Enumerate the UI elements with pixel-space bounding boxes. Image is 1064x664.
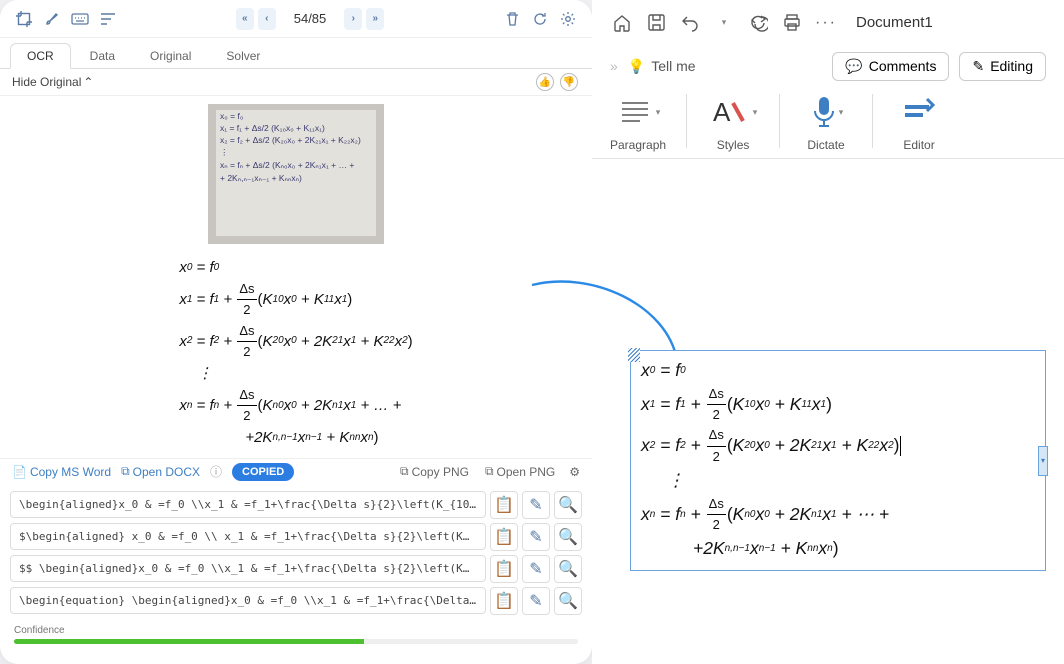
refresh-icon[interactable] — [528, 7, 552, 31]
hide-original-row: Hide Original⌃ 👍 👎 — [0, 69, 592, 96]
word-titlebar: ▾ ··· Document1 — [592, 0, 1064, 46]
ocr-app-window: « ‹ 54/85 › » OCR Data Original Solver H… — [0, 0, 592, 664]
copy-icon[interactable]: 📋 — [490, 523, 518, 551]
external-icon: ⧉ — [121, 464, 130, 479]
undo-dropdown-icon[interactable]: ▾ — [712, 11, 736, 35]
confidence-label: Confidence — [14, 625, 578, 636]
hw-line: x₀ = f₀ — [216, 110, 376, 122]
comment-icon: 💬 — [845, 58, 862, 75]
hw-line: ⋮ — [216, 146, 376, 159]
copy-icon[interactable]: 📋 — [490, 491, 518, 519]
latex-row: $$ \begin{aligned}x_0 & =f_0 \\x_1 & =f_… — [10, 555, 582, 583]
ribbon-dictate[interactable]: ▾ Dictate — [800, 90, 852, 152]
edit-icon[interactable]: ✎ — [522, 491, 550, 519]
pencil-icon: ✎ — [972, 58, 984, 75]
thumb-up-icon[interactable]: 👍 — [536, 73, 554, 91]
latex-text[interactable]: \begin{aligned}x_0 & =f_0 \\x_1 & =f_1+\… — [10, 491, 486, 518]
hw-line: + 2Kₙ,ₙ₋₁xₙ₋₁ + Kₙₙxₙ) — [216, 172, 376, 185]
hide-original-toggle[interactable]: Hide Original⌃ — [12, 75, 93, 89]
edit-icon[interactable]: ✎ — [522, 587, 550, 615]
document-title: Document1 — [856, 14, 933, 31]
copy-icon: ⧉ — [400, 464, 409, 479]
latex-output-list: \begin{aligned}x_0 & =f_0 \\x_1 & =f_1+\… — [0, 485, 592, 621]
latex-row: $\begin{aligned} x_0 & =f_0 \\ x_1 & =f_… — [10, 523, 582, 551]
pager-label: 54/85 — [294, 11, 327, 26]
tellme-bar: » 💡Tell me 💬Comments ✎Editing — [592, 46, 1064, 86]
text-cursor — [900, 436, 901, 456]
equation-options-icon[interactable] — [1038, 446, 1048, 476]
pager-prev[interactable]: ‹ — [258, 8, 276, 30]
word-equation-object[interactable]: x0 = f0 x1 = f1 + Δs2(K10x0 + K11x1) x2 … — [630, 350, 1046, 571]
undo-icon[interactable] — [678, 11, 702, 35]
ribbon-editor[interactable]: Editor — [893, 90, 945, 152]
latex-text[interactable]: $$ \begin{aligned}x_0 & =f_0 \\x_1 & =f_… — [10, 555, 486, 582]
pager-first[interactable]: « — [236, 8, 254, 30]
confidence-section: Confidence — [0, 621, 592, 654]
more-icon[interactable]: ··· — [814, 11, 838, 35]
tab-original[interactable]: Original — [134, 44, 207, 68]
brush-icon[interactable] — [40, 7, 64, 31]
latex-row: \begin{aligned}x_0 & =f_0 \\x_1 & =f_1+\… — [10, 491, 582, 519]
list-icon[interactable] — [96, 7, 120, 31]
hw-line: xₙ = fₙ + Δs/2 (Kₙ₀x₀ + 2Kₙ₁x₁ + … + — [216, 159, 376, 172]
pager-last[interactable]: » — [366, 8, 384, 30]
hw-line: x₂ = f₂ + Δs/2 (K₂₀x₀ + 2K₂₁x₁ + K₂₂x₂) — [216, 134, 376, 146]
editing-button[interactable]: ✎Editing — [959, 52, 1046, 81]
save-icon[interactable] — [644, 11, 668, 35]
edit-icon[interactable]: ✎ — [522, 555, 550, 583]
tab-solver[interactable]: Solver — [210, 44, 276, 68]
chevron-right-icon: » — [610, 58, 618, 74]
thumb-down-icon[interactable]: 👎 — [560, 73, 578, 91]
copy-icon[interactable]: 📋 — [490, 555, 518, 583]
help-icon[interactable]: ⓘ — [210, 463, 222, 480]
tellme-search[interactable]: 💡Tell me — [628, 58, 696, 75]
latex-text[interactable]: \begin{equation} \begin{aligned}x_0 & =f… — [10, 587, 486, 614]
print-icon[interactable] — [780, 11, 804, 35]
titlebar: « ‹ 54/85 › » — [0, 0, 592, 38]
edit-icon[interactable]: ✎ — [522, 523, 550, 551]
svg-text:A: A — [713, 97, 731, 127]
rendered-equation: x0 = f0 x1 = f1 + Δs2(K10x0 + K11x1) x2 … — [0, 252, 592, 458]
confidence-bar — [14, 639, 578, 644]
ribbon-paragraph[interactable]: ▾ Paragraph — [610, 90, 666, 152]
copied-badge: COPIED — [232, 463, 294, 481]
original-image: x₀ = f₀ x₁ = f₁ + Δs/2 (K₁₀x₀ + K₁₁x₁) x… — [208, 104, 384, 244]
open-png-button[interactable]: ⧉Open PNG — [485, 464, 555, 479]
pager-next[interactable]: › — [344, 8, 362, 30]
bulb-icon: 💡 — [628, 58, 645, 75]
ribbon: ▾ Paragraph A▾ Styles ▾ Dictate Editor — [592, 86, 1064, 159]
home-icon[interactable] — [610, 11, 634, 35]
copy-png-button[interactable]: ⧉Copy PNG — [400, 464, 469, 479]
settings-icon[interactable]: ⚙ — [569, 465, 580, 479]
latex-row: \begin{equation} \begin{aligned}x_0 & =f… — [10, 587, 582, 615]
search-icon[interactable]: 🔍 — [554, 587, 582, 615]
search-icon[interactable]: 🔍 — [554, 491, 582, 519]
trash-icon[interactable] — [500, 7, 524, 31]
gear-icon[interactable] — [556, 7, 580, 31]
search-icon[interactable]: 🔍 — [554, 523, 582, 551]
ribbon-styles[interactable]: A▾ Styles — [707, 90, 759, 152]
copy-icon[interactable]: 📋 — [490, 587, 518, 615]
redo-icon[interactable] — [746, 11, 770, 35]
search-icon[interactable]: 🔍 — [554, 555, 582, 583]
external-icon: ⧉ — [485, 464, 494, 479]
tab-data[interactable]: Data — [74, 44, 131, 68]
latex-text[interactable]: $\begin{aligned} x_0 & =f_0 \\ x_1 & =f_… — [10, 523, 486, 550]
word-icon: 📄 — [12, 465, 27, 479]
crop-icon[interactable] — [12, 7, 36, 31]
open-docx-button[interactable]: ⧉Open DOCX — [121, 464, 200, 479]
keyboard-icon[interactable] — [68, 7, 92, 31]
comments-button[interactable]: 💬Comments — [832, 52, 949, 81]
tab-ocr[interactable]: OCR — [10, 43, 71, 69]
word-window: ▾ ··· Document1 » 💡Tell me 💬Comments ✎Ed… — [592, 0, 1064, 664]
equation-handle-icon[interactable] — [628, 348, 640, 362]
action-bar: 📄Copy MS Word ⧉Open DOCX ⓘ COPIED ⧉Copy … — [0, 458, 592, 485]
chevron-up-icon: ⌃ — [83, 75, 93, 89]
tab-bar: OCR Data Original Solver — [0, 38, 592, 68]
copy-msword-button[interactable]: 📄Copy MS Word — [12, 465, 111, 479]
hw-line: x₁ = f₁ + Δs/2 (K₁₀x₀ + K₁₁x₁) — [216, 122, 376, 134]
